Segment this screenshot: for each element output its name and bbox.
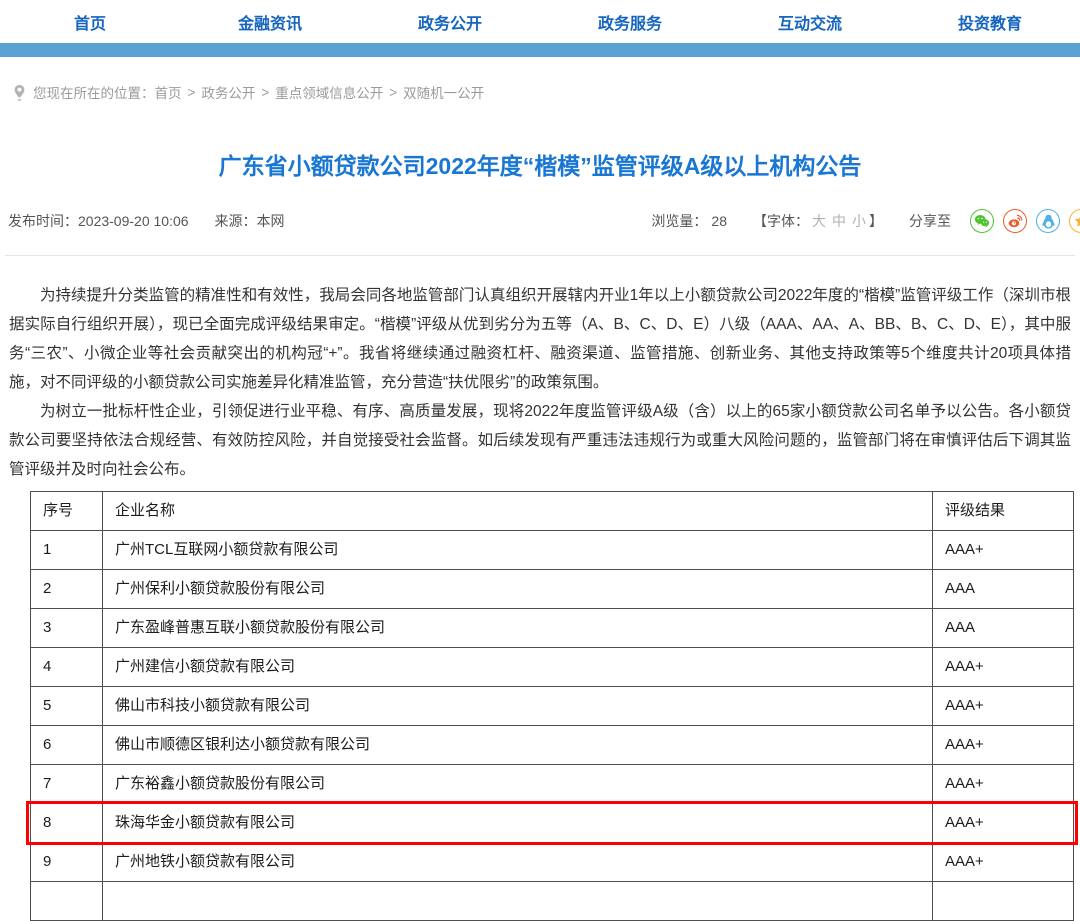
cell-rating: AAA+	[933, 804, 1073, 842]
table-row	[31, 881, 1073, 920]
cell-no: 4	[31, 648, 103, 686]
cell-rating: AAA+	[933, 765, 1073, 803]
font-size-medium-button[interactable]: 中	[832, 213, 846, 229]
article-body: 为持续提升分类监管的精准性和有效性，我局会同各地监管部门认真组织开展辖内开业1年…	[9, 281, 1071, 484]
nav-item-finance-news[interactable]: 金融资讯	[180, 10, 360, 34]
qq-icon	[1042, 214, 1055, 229]
cell-company: 广州建信小额贷款有限公司	[103, 648, 933, 686]
cell-rating: AAA+	[933, 531, 1073, 569]
source-value: 本网	[257, 211, 285, 231]
cell-rating: AAA+	[933, 843, 1073, 881]
views-count: 28	[711, 213, 727, 229]
cell-no: 5	[31, 687, 103, 725]
paragraph: 为持续提升分类监管的精准性和有效性，我局会同各地监管部门认真组织开展辖内开业1年…	[9, 281, 1071, 397]
source-label: 来源：	[215, 211, 257, 231]
table-header-row: 序号 企业名称 评级结果	[31, 492, 1073, 530]
table-row: 1 广州TCL互联网小额贷款有限公司 AAA+	[31, 530, 1073, 569]
font-size-control: 【字体：大中小】	[753, 211, 883, 231]
nav-accent-bar	[0, 43, 1080, 57]
top-nav: 首页 金融资讯 政务公开 政务服务 互动交流 投资教育	[0, 0, 1080, 43]
qzone-star-icon	[1074, 214, 1080, 228]
cell-no: 3	[31, 609, 103, 647]
breadcrumb-separator: >	[389, 85, 397, 100]
publish-time-value: 2023-09-20 10:06	[78, 213, 189, 229]
publish-time-label: 发布时间：	[8, 211, 78, 231]
header-cell-rating: 评级结果	[933, 492, 1073, 530]
breadcrumb-key-info-disclosure[interactable]: 重点领域信息公开	[275, 82, 383, 102]
article-meta-row: 发布时间： 2023-09-20 10:06 来源： 本网 浏览量： 28 【字…	[8, 208, 1080, 234]
article-meta-right: 浏览量： 28 【字体：大中小】 分享至	[651, 209, 1080, 233]
table-row: 9 广州地铁小额贷款有限公司 AAA+	[31, 842, 1073, 881]
cell-no: 1	[31, 531, 103, 569]
cell-company: 佛山市科技小额贷款有限公司	[103, 687, 933, 725]
table-row: 5 佛山市科技小额贷款有限公司 AAA+	[31, 686, 1073, 725]
views-label: 浏览量：	[651, 211, 707, 231]
cell-no: 2	[31, 570, 103, 608]
share-label: 分享至	[909, 211, 951, 231]
cell-no: 8	[31, 804, 103, 842]
cell-rating: AAA+	[933, 687, 1073, 725]
share-icons	[961, 209, 1080, 233]
nav-item-investor-education[interactable]: 投资教育	[900, 10, 1080, 34]
share-wechat-button[interactable]	[970, 209, 994, 233]
cell-company: 广州地铁小额贷款有限公司	[103, 843, 933, 881]
breadcrumb-home[interactable]: 首页	[155, 82, 182, 102]
article: 广东省小额贷款公司2022年度“楷模”监管评级A级以上机构公告 发布时间： 20…	[0, 150, 1080, 921]
font-size-large-button[interactable]: 大	[812, 213, 826, 229]
article-meta-left: 发布时间： 2023-09-20 10:06 来源： 本网	[8, 211, 285, 231]
page-title: 广东省小额贷款公司2022年度“楷模”监管评级A级以上机构公告	[60, 150, 1020, 182]
breadcrumb-separator: >	[261, 85, 269, 100]
nav-item-gov-services[interactable]: 政务服务	[540, 10, 720, 34]
cell-company: 广东盈峰普惠互联小额贷款股份有限公司	[103, 609, 933, 647]
share-qzone-button[interactable]	[1069, 209, 1080, 233]
weibo-icon	[1008, 214, 1023, 228]
rating-table: 序号 企业名称 评级结果 1 广州TCL互联网小额贷款有限公司 AAA+ 2 广…	[30, 491, 1074, 921]
breadcrumb: 您现在所在的位置： 首页 > 政务公开 > 重点领域信息公开 > 双随机一公开	[13, 82, 1080, 102]
cell-rating: AAA+	[933, 648, 1073, 686]
cell-company: 广东裕鑫小额贷款股份有限公司	[103, 765, 933, 803]
location-pin-icon	[13, 84, 26, 101]
cell-company	[103, 882, 933, 920]
meta-divider	[5, 255, 1075, 256]
header-cell-no: 序号	[31, 492, 103, 530]
font-size-prefix: 【字体：	[753, 213, 809, 229]
cell-company: 广州TCL互联网小额贷款有限公司	[103, 531, 933, 569]
wechat-icon	[974, 214, 990, 228]
table-row-highlighted: 8 珠海华金小额贷款有限公司 AAA+	[31, 803, 1073, 842]
table-row: 7 广东裕鑫小额贷款股份有限公司 AAA+	[31, 764, 1073, 803]
paragraph: 为树立一批标杆性企业，引领促进行业平稳、有序、高质量发展，现将2022年度监管评…	[9, 397, 1071, 484]
cell-rating: AAA	[933, 570, 1073, 608]
cell-company: 广州保利小额贷款股份有限公司	[103, 570, 933, 608]
font-size-suffix: 】	[869, 213, 883, 229]
cell-rating: AAA	[933, 609, 1073, 647]
cell-rating	[933, 882, 1073, 920]
cell-no: 6	[31, 726, 103, 764]
breadcrumb-prefix: 您现在所在的位置：	[33, 82, 155, 102]
breadcrumb-separator: >	[188, 85, 196, 100]
nav-item-gov-disclosure[interactable]: 政务公开	[360, 10, 540, 34]
cell-company: 佛山市顺德区银利达小额贷款有限公司	[103, 726, 933, 764]
cell-company: 珠海华金小额贷款有限公司	[103, 804, 933, 842]
header-cell-company: 企业名称	[103, 492, 933, 530]
table-row: 6 佛山市顺德区银利达小额贷款有限公司 AAA+	[31, 725, 1073, 764]
cell-rating: AAA+	[933, 726, 1073, 764]
breadcrumb-gov-disclosure[interactable]: 政务公开	[201, 82, 255, 102]
cell-no: 9	[31, 843, 103, 881]
table-row: 2 广州保利小额贷款股份有限公司 AAA	[31, 569, 1073, 608]
share-weibo-button[interactable]	[1003, 209, 1027, 233]
breadcrumb-double-random[interactable]: 双随机一公开	[403, 82, 484, 102]
font-size-small-button[interactable]: 小	[852, 213, 866, 229]
share-qq-button[interactable]	[1036, 209, 1060, 233]
table-row: 3 广东盈峰普惠互联小额贷款股份有限公司 AAA	[31, 608, 1073, 647]
nav-item-interaction[interactable]: 互动交流	[720, 10, 900, 34]
cell-no: 7	[31, 765, 103, 803]
table-row: 4 广州建信小额贷款有限公司 AAA+	[31, 647, 1073, 686]
nav-item-home[interactable]: 首页	[0, 10, 180, 34]
cell-no	[31, 882, 103, 920]
